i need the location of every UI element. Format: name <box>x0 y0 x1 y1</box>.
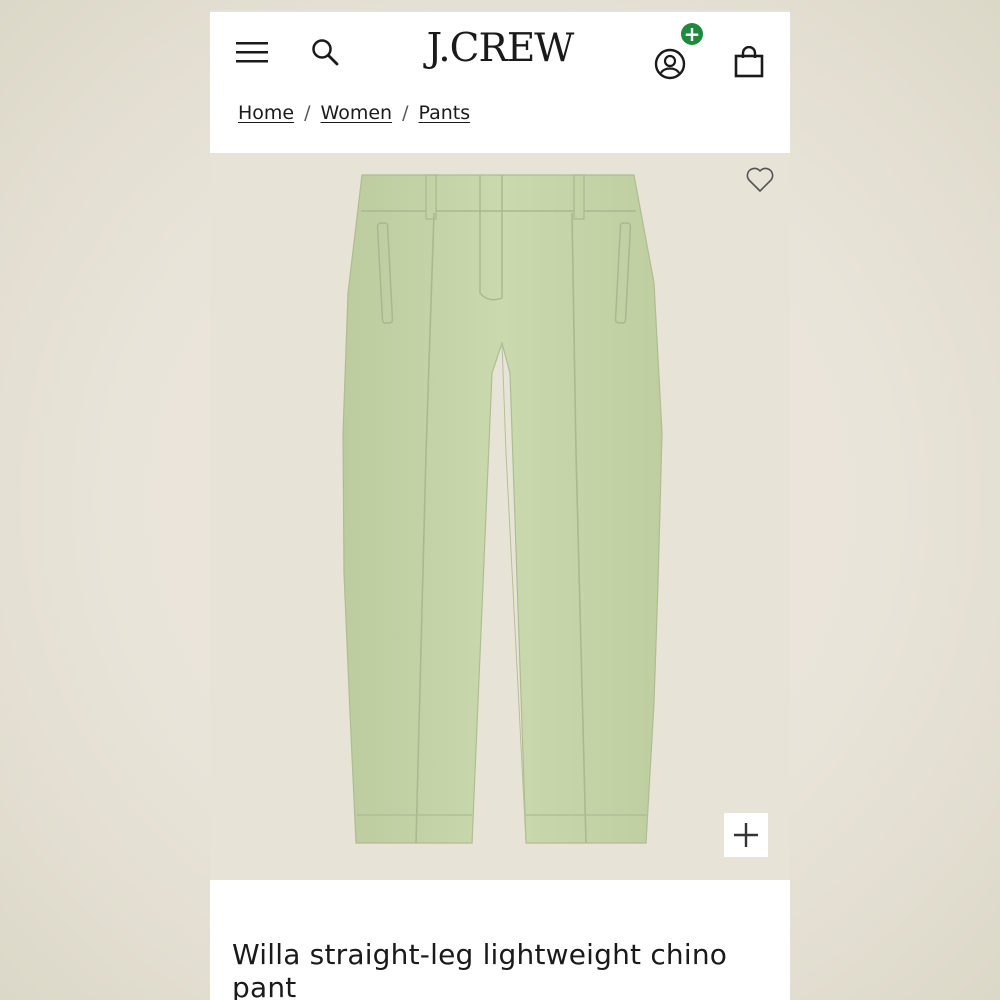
zoom-button[interactable] <box>724 813 768 857</box>
breadcrumb-women[interactable]: Women <box>321 102 393 124</box>
breadcrumb-separator: / <box>402 102 409 124</box>
product-title: Willa straight-leg lightweight chino pan… <box>232 938 728 1000</box>
account-icon[interactable] <box>654 48 686 84</box>
plus-icon <box>734 823 758 847</box>
site-header: J.CREW + <box>210 12 790 96</box>
breadcrumb: Home / Women / Pants <box>238 98 470 128</box>
breadcrumb-home[interactable]: Home <box>238 102 294 124</box>
account-badge: + <box>681 23 703 45</box>
shopping-bag-icon[interactable] <box>734 45 764 82</box>
breadcrumb-separator: / <box>304 102 311 124</box>
mobile-page: J.CREW + Home / Women / Pants Willa stra… <box>210 10 790 1000</box>
breadcrumb-pants[interactable]: Pants <box>418 102 470 124</box>
pants-illustration <box>342 174 663 844</box>
wishlist-heart-icon[interactable] <box>746 167 774 197</box>
brand-logo[interactable]: J.CREW <box>210 26 790 71</box>
product-image[interactable] <box>210 153 790 880</box>
